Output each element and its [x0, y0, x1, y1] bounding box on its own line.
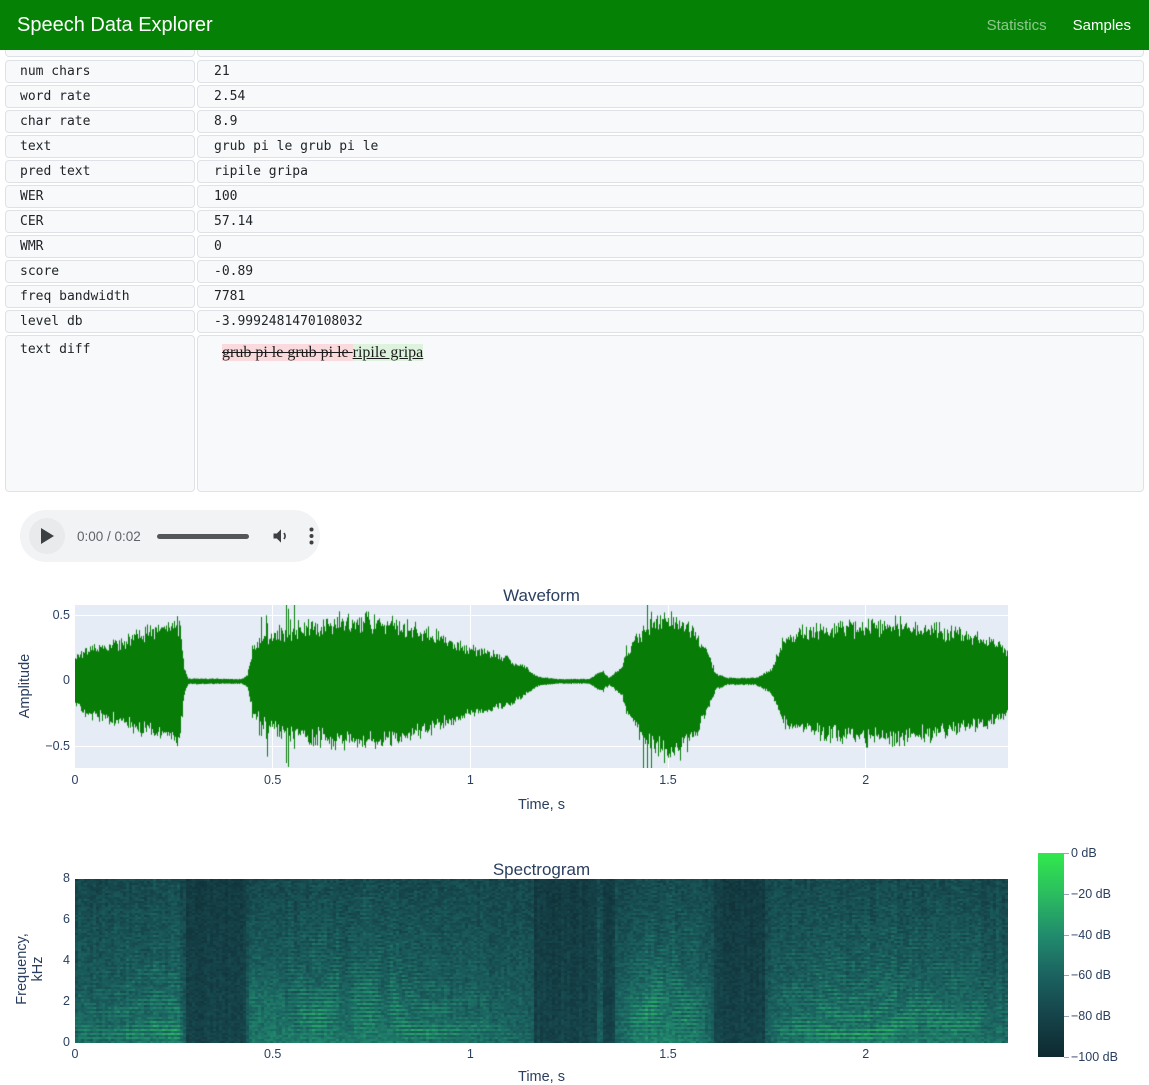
audio-player: 0:00 / 0:02 — [20, 510, 320, 562]
table-row: WMR0 — [5, 235, 1144, 258]
waveform-x-axis-label: Time, s — [75, 797, 1008, 813]
table-row-text-diff: text diff grub pi le grub pi le ripile g… — [5, 335, 1144, 492]
colorbar-tick-label: −80 dB — [1071, 1009, 1111, 1023]
spectrogram-y-tick-label: 2 — [0, 994, 70, 1008]
kebab-icon — [309, 527, 314, 545]
text-diff-content: grub pi le grub pi le ripile gripa — [214, 340, 423, 362]
spectrogram-y-tick-label: 0 — [0, 1035, 70, 1049]
waveform-y-tick-label: 0 — [0, 673, 70, 687]
volume-icon — [271, 526, 291, 546]
nav-statistics[interactable]: Statistics — [987, 17, 1047, 34]
row-label: CER — [5, 210, 195, 233]
row-label: WMR — [5, 235, 195, 258]
colorbar-tick-label: −20 dB — [1071, 887, 1111, 901]
waveform-plot[interactable] — [75, 605, 1008, 768]
nav-samples[interactable]: Samples — [1073, 17, 1131, 34]
colorbar-tick-label: −60 dB — [1071, 968, 1111, 982]
row-value: 8.9 — [197, 110, 1144, 133]
row-label: level db — [5, 310, 195, 333]
waveform-x-tick-label: 2 — [846, 773, 886, 787]
colorbar-tick-mark — [1064, 894, 1069, 895]
spectrogram-plot[interactable] — [75, 879, 1008, 1043]
row-value: 0 — [197, 235, 1144, 258]
colorbar-tick-mark — [1064, 935, 1069, 936]
waveform-x-tick-label: 1.5 — [648, 773, 688, 787]
row-value: 21 — [197, 60, 1144, 83]
overflow-menu-button[interactable] — [309, 527, 314, 545]
row-label: freq bandwidth — [5, 285, 195, 308]
diff-added-text: ripile gripa — [353, 344, 424, 361]
table-row: level db-3.9992481470108032 — [5, 310, 1144, 333]
row-label: char rate — [5, 110, 195, 133]
row-value: -3.9992481470108032 — [197, 310, 1144, 333]
colorbar-tick-mark — [1064, 1016, 1069, 1017]
spectrogram-x-tick-label: 1 — [450, 1047, 490, 1061]
row-value: 2.54 — [197, 85, 1144, 108]
row-label: text diff — [5, 335, 195, 492]
diff-removed-text: grub pi le grub pi le — [222, 344, 353, 361]
row-value: 57.14 — [197, 210, 1144, 233]
row-value: 7781 — [197, 285, 1144, 308]
row-value: 100 — [197, 185, 1144, 208]
spectrogram-y-tick-label: 6 — [0, 912, 70, 926]
seek-bar[interactable] — [157, 534, 249, 539]
table-row: word rate2.54 — [5, 85, 1144, 108]
row-label: WER — [5, 185, 195, 208]
table-row: CER57.14 — [5, 210, 1144, 233]
table-rows: num chars21word rate2.54char rate8.9text… — [5, 60, 1144, 333]
volume-button[interactable] — [271, 526, 291, 546]
colorbar-tick-label: −100 dB — [1071, 1050, 1118, 1064]
row-value: ripile gripa — [197, 160, 1144, 183]
row-label: score — [5, 260, 195, 283]
spectrogram-title: Spectrogram — [75, 860, 1008, 880]
row-value: grub pi le grub pi le — [197, 135, 1144, 158]
colorbar-tick-mark — [1064, 853, 1069, 854]
table-row: freq bandwidth7781 — [5, 285, 1144, 308]
app-title: Speech Data Explorer — [17, 14, 213, 37]
spectrogram-x-tick-label: 2 — [846, 1047, 886, 1061]
row-label: word rate — [5, 85, 195, 108]
spectrogram-x-axis-label: Time, s — [75, 1069, 1008, 1085]
colorbar — [1038, 853, 1064, 1057]
waveform-x-tick-label: 0.5 — [253, 773, 293, 787]
waveform-title: Waveform — [75, 586, 1008, 606]
spectrogram-x-tick-label: 0 — [55, 1047, 95, 1061]
colorbar-tick-label: 0 dB — [1071, 846, 1097, 860]
colorbar-tick-label: −40 dB — [1071, 928, 1111, 942]
table-row: score-0.89 — [5, 260, 1144, 283]
row-label: pred text — [5, 160, 195, 183]
play-icon — [40, 528, 54, 544]
spectrogram-x-tick-label: 1.5 — [648, 1047, 688, 1061]
row-label: text — [5, 135, 195, 158]
table-row: char rate8.9 — [5, 110, 1144, 133]
waveform-y-tick-label: −0.5 — [0, 739, 70, 753]
colorbar-tick-mark — [1064, 975, 1069, 976]
table-row: num chars21 — [5, 60, 1144, 83]
player-time: 0:00 / 0:02 — [77, 529, 141, 544]
metadata-table: num chars21word rate2.54char rate8.9text… — [5, 44, 1144, 494]
row-label: num chars — [5, 60, 195, 83]
play-button[interactable] — [29, 518, 65, 554]
table-row: textgrub pi le grub pi le — [5, 135, 1144, 158]
spectrogram-y-tick-label: 8 — [0, 871, 70, 885]
app-nav: Statistics Samples — [987, 17, 1131, 34]
spectrogram-y-tick-label: 4 — [0, 953, 70, 967]
page: Speech Data Explorer Statistics Samples … — [0, 0, 1149, 1085]
spectrogram-x-tick-label: 0.5 — [253, 1047, 293, 1061]
colorbar-tick-mark — [1064, 1057, 1069, 1058]
waveform-y-tick-label: 0.5 — [0, 608, 70, 622]
table-row: pred textripile gripa — [5, 160, 1144, 183]
app-header: Speech Data Explorer Statistics Samples — [0, 0, 1149, 50]
row-value: -0.89 — [197, 260, 1144, 283]
waveform-x-tick-label: 1 — [450, 773, 490, 787]
waveform-x-tick-label: 0 — [55, 773, 95, 787]
table-row: WER100 — [5, 185, 1144, 208]
